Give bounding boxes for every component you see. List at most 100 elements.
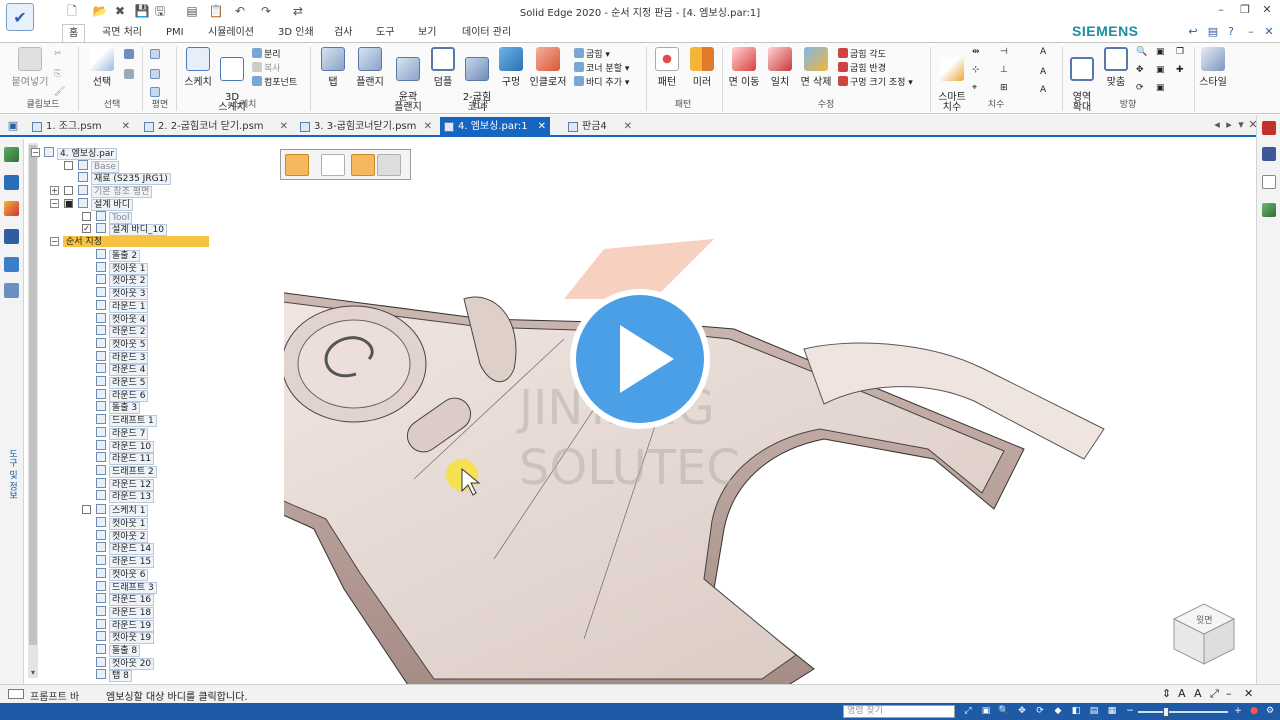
zoom-in-icon[interactable]: + bbox=[1232, 705, 1244, 717]
graphics-viewport[interactable]: JINYANG SOLUTEC 윗면 bbox=[284, 139, 1256, 684]
restore-icon[interactable]: ❐ bbox=[1236, 3, 1254, 19]
zoom-slider-knob[interactable] bbox=[1163, 707, 1169, 717]
doc-tab-1[interactable]: 1. 조그.psm ✕ bbox=[28, 117, 134, 137]
smart-dimension-button[interactable]: 스마트 치수 bbox=[934, 47, 970, 123]
tree-feature-12[interactable]: 돌출 3 bbox=[96, 401, 141, 415]
view-orient-5-icon[interactable]: ✚ bbox=[1176, 65, 1184, 75]
tree-scroll-down-icon[interactable]: ▾ bbox=[31, 668, 35, 677]
dimension-tool-6-icon[interactable]: ⊞ bbox=[1000, 83, 1008, 93]
louver-button[interactable]: 인클로저 bbox=[528, 47, 568, 88]
close-icon[interactable]: ✕ bbox=[538, 117, 546, 137]
tree-feature-11[interactable]: 라운드 6 bbox=[96, 388, 149, 402]
sensors-icon[interactable] bbox=[4, 229, 19, 244]
properties-panel-icon[interactable] bbox=[4, 283, 19, 298]
delete-face-button[interactable]: 면 삭제 bbox=[796, 47, 836, 88]
plane-coincident-icon[interactable] bbox=[150, 49, 162, 61]
tree-feature-b-3[interactable]: 라운드 15 bbox=[96, 555, 155, 569]
fit-button[interactable]: 맞춤 bbox=[1102, 47, 1130, 88]
select-body-step-button[interactable] bbox=[285, 154, 309, 176]
sketch-view-icon[interactable]: ▦ bbox=[1106, 705, 1118, 717]
doc-tab-5[interactable]: 판금4 ✕ bbox=[564, 117, 636, 137]
view-style-icon[interactable]: ◧ bbox=[1070, 705, 1082, 717]
command-finder-input[interactable]: 명령 찾기 bbox=[843, 705, 955, 718]
tree-feature-7[interactable]: 컷아웃 5 bbox=[96, 337, 149, 351]
tree-feature-1[interactable]: 컷아웃 1 bbox=[96, 261, 149, 275]
tree-feature-17[interactable]: 드래프트 2 bbox=[96, 464, 157, 478]
component-button[interactable]: 컴포넌트 bbox=[252, 75, 297, 88]
close-icon[interactable]: ✕ bbox=[1258, 3, 1276, 19]
tree-feature-5[interactable]: 컷아웃 4 bbox=[96, 312, 149, 326]
tree-root[interactable]: 4. 엠보싱.par bbox=[44, 147, 118, 160]
select-tool-step-button[interactable] bbox=[321, 154, 345, 176]
close-icon[interactable]: ✕ bbox=[424, 117, 432, 137]
ref-planes-checkbox[interactable] bbox=[64, 186, 73, 195]
zoom-out-icon[interactable]: − bbox=[1124, 705, 1136, 717]
split-button[interactable]: 분리 bbox=[252, 47, 281, 60]
view-orient-1-icon[interactable]: ▣ bbox=[1156, 47, 1165, 57]
tab-simulation[interactable]: 시뮬레이션 bbox=[202, 24, 260, 42]
tree-tool[interactable]: Tool bbox=[96, 211, 133, 224]
tab-view[interactable]: 보기 bbox=[412, 24, 442, 42]
zoom-icon[interactable]: 🔍 bbox=[1136, 47, 1147, 57]
tab-home[interactable]: 홈 bbox=[62, 24, 86, 42]
tree-feature-b-1[interactable]: 컷아웃 2 bbox=[96, 529, 149, 543]
application-menu-button[interactable]: ✔ bbox=[6, 3, 34, 31]
tree-feature-15[interactable]: 라운드 10 bbox=[96, 439, 155, 453]
tree-feature-b-7[interactable]: 라운드 18 bbox=[96, 605, 155, 619]
collapse-prompt-icon[interactable]: – bbox=[1226, 687, 1232, 700]
ribbon-minimize-icon[interactable]: – bbox=[1244, 25, 1258, 39]
collapse-ordered-icon[interactable]: − bbox=[50, 237, 59, 246]
tree-feature-0[interactable]: 돌출 2 bbox=[96, 249, 141, 262]
collapse-design-bodies-icon[interactable]: − bbox=[50, 199, 59, 208]
dimension-tool-5-icon[interactable]: ⊥ bbox=[1000, 65, 1008, 75]
minimize-icon[interactable]: – bbox=[1212, 3, 1230, 19]
tree-base[interactable]: Base bbox=[78, 160, 119, 173]
tab-menu-icon[interactable]: ▣ bbox=[6, 119, 20, 133]
tab-feature-button[interactable]: 탭 bbox=[318, 47, 348, 88]
text-size-icon[interactable]: A bbox=[1040, 85, 1046, 95]
3d-sketch-button[interactable]: 3D 스케치 bbox=[216, 47, 248, 123]
layers-icon[interactable] bbox=[4, 175, 19, 190]
font-shrink-icon[interactable]: A bbox=[1194, 687, 1202, 700]
tree-feature-b-6[interactable]: 라운드 16 bbox=[96, 593, 155, 607]
tab-inspect[interactable]: 검사 bbox=[328, 24, 358, 42]
pan-status-icon[interactable]: ✥ bbox=[1016, 705, 1028, 717]
scroll-prompt-icon[interactable]: ⇕ bbox=[1162, 687, 1171, 700]
bend-radius-button[interactable]: 굽힘 반경 bbox=[838, 61, 886, 74]
dimension-tool-1-icon[interactable]: ⇹ bbox=[972, 47, 980, 57]
collapse-root-icon[interactable]: − bbox=[31, 148, 40, 157]
feature-library-icon[interactable] bbox=[4, 201, 19, 216]
tree-scroll-thumb[interactable] bbox=[29, 145, 37, 645]
variables-icon[interactable] bbox=[4, 257, 19, 272]
expand-ref-planes-icon[interactable]: + bbox=[50, 186, 59, 195]
zoom-area-status-icon[interactable]: ▣ bbox=[980, 705, 992, 717]
move-face-button[interactable]: 면 이동 bbox=[726, 47, 762, 88]
view-cube[interactable]: 윗면 bbox=[1172, 603, 1236, 665]
tab-tools[interactable]: 도구 bbox=[370, 24, 400, 42]
options-button[interactable] bbox=[351, 154, 375, 176]
tree-sketch-1[interactable]: 스케치 1 bbox=[96, 504, 149, 517]
tree-feature-b-5[interactable]: 드래프트 3 bbox=[96, 580, 157, 594]
mirror-button[interactable]: 미러 bbox=[688, 47, 716, 88]
record-icon[interactable]: ● bbox=[1248, 705, 1260, 717]
select-button[interactable]: 선택 bbox=[84, 47, 120, 88]
fit-view-icon[interactable]: ⤢ bbox=[962, 705, 974, 717]
tab-data-management[interactable]: 데이터 관리 bbox=[456, 24, 517, 42]
pan-icon[interactable]: ✥ bbox=[1136, 65, 1144, 75]
design-body-checkbox[interactable]: ✓ bbox=[82, 224, 91, 233]
tree-ref-planes[interactable]: 기본 참조 평면 bbox=[78, 185, 153, 198]
dimension-tool-2-icon[interactable]: ⊹ bbox=[972, 65, 980, 75]
tree-feature-8[interactable]: 라운드 3 bbox=[96, 350, 149, 364]
bend-angle-button[interactable]: 굽힘 각도 bbox=[838, 47, 886, 60]
part-model[interactable]: JINYANG SOLUTEC 윗면 bbox=[284, 139, 1256, 684]
pathfinder-icon[interactable] bbox=[4, 147, 19, 162]
view-orient-3-icon[interactable]: ▣ bbox=[1156, 83, 1165, 93]
help-icon[interactable]: ? bbox=[1224, 25, 1238, 39]
base-checkbox[interactable] bbox=[64, 161, 73, 170]
tree-feature-4[interactable]: 라운드 1 bbox=[96, 299, 149, 313]
zoom-area-button[interactable]: 영역 확대 bbox=[1066, 47, 1098, 123]
shading-icon[interactable]: ◆ bbox=[1052, 705, 1064, 717]
tree-feature-10[interactable]: 라운드 5 bbox=[96, 376, 149, 389]
named-views-icon[interactable]: ▤ bbox=[1088, 705, 1100, 717]
bend-button[interactable]: 굽힘 ▾ bbox=[574, 47, 610, 60]
